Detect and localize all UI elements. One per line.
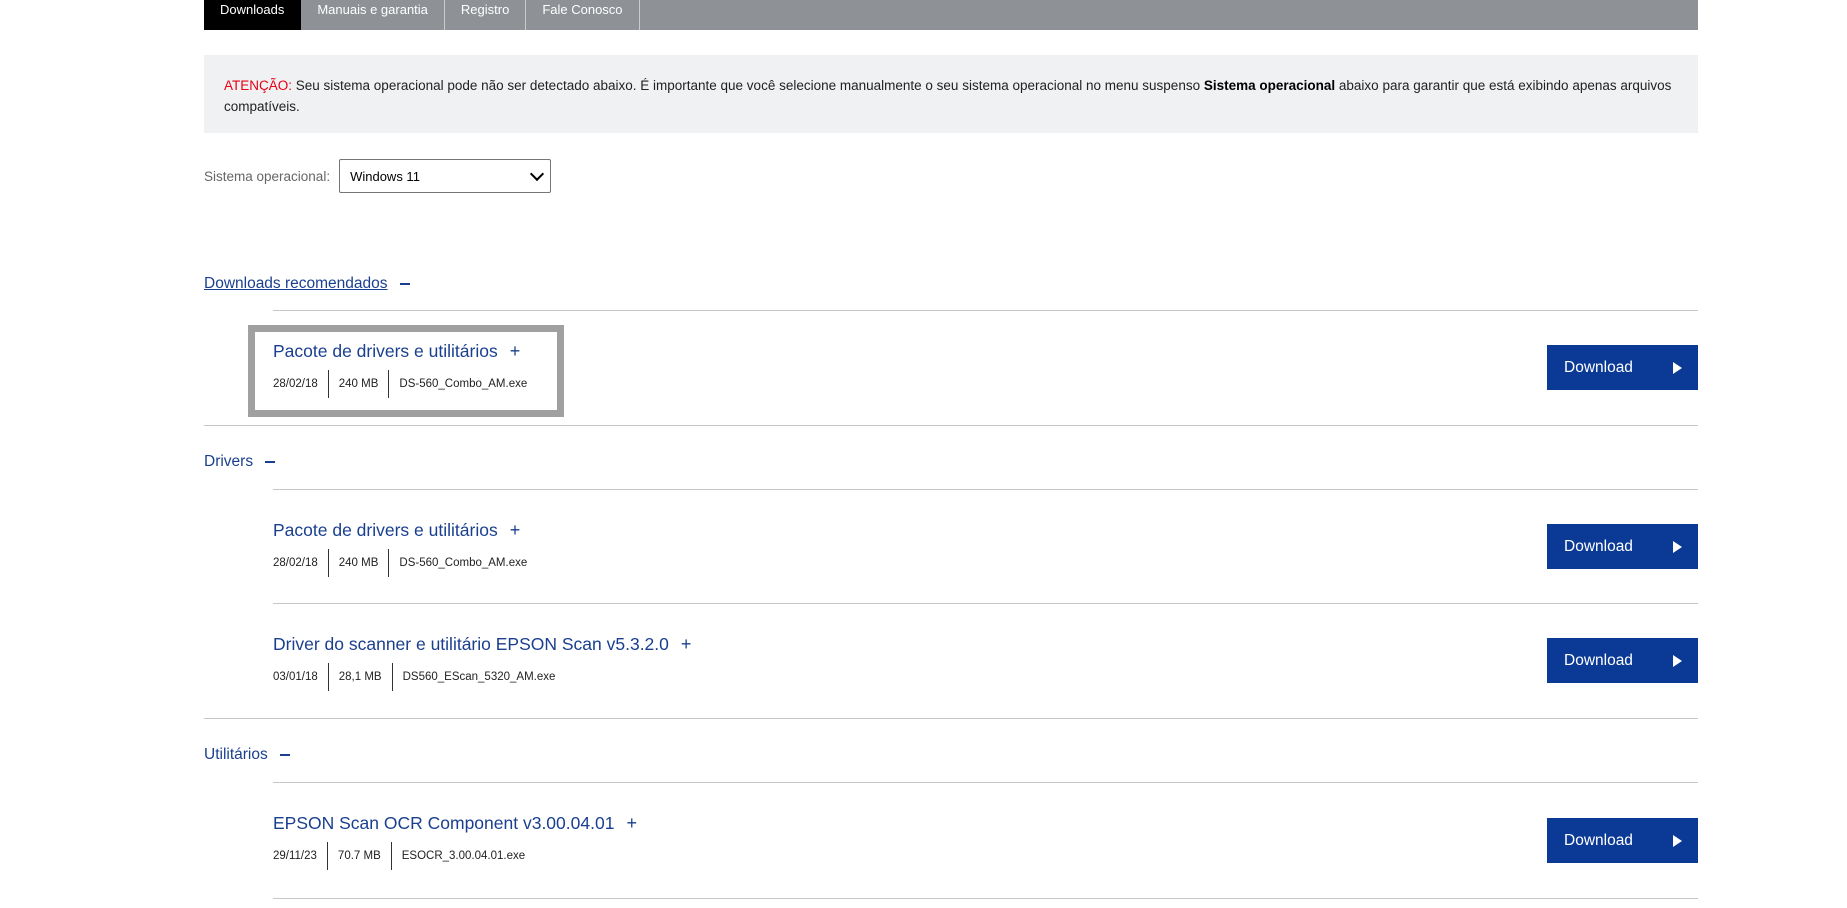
alert-prefix: ATENÇÃO: (224, 78, 293, 93)
item-file: DS-560_Combo_AM.exe (388, 549, 537, 577)
collapse-icon (399, 283, 410, 285)
item-date: 29/11/23 (273, 850, 317, 862)
download-item: Pacote de drivers e utilitários + 28/02/1… (273, 520, 537, 577)
os-warning-alert: ATENÇÃO: Seu sistema operacional pode nã… (204, 55, 1698, 133)
divider (273, 898, 1698, 899)
item-title[interactable]: Pacote de drivers e utilitários + (273, 520, 537, 541)
expand-icon: + (626, 813, 637, 833)
os-selected-value: Windows 11 (350, 168, 420, 184)
tab-contact[interactable]: Fale Conosco (526, 0, 640, 30)
item-meta: 28/02/18 240 MB DS-560_Combo_AM.exe (273, 549, 537, 577)
item-size: 28,1 MB (327, 663, 392, 691)
divider (273, 603, 1698, 604)
os-select[interactable]: Windows 11 (339, 159, 552, 193)
download-item: Driver do scanner e utilitário EPSON Sca… (273, 634, 691, 691)
download-button[interactable]: Download (1547, 524, 1698, 569)
play-arrow-icon (1673, 654, 1682, 667)
expand-icon: + (509, 341, 521, 361)
download-button-label: Download (1564, 831, 1633, 849)
item-size: 240 MB (327, 549, 389, 577)
section-utilities-title: Utilitários (204, 746, 268, 763)
collapse-icon (265, 461, 276, 463)
os-selector-row: Sistema operacional: Windows 11 (204, 159, 1698, 193)
alert-bold: Sistema operacional (1203, 78, 1336, 93)
divider (273, 489, 1698, 490)
item-file: ESOCR_3.00.04.01.exe (390, 842, 535, 870)
page-container: Downloads Manuais e garantia Registro Fa… (204, 0, 1698, 899)
download-button-label: Download (1564, 358, 1633, 376)
item-date: 03/01/18 (273, 671, 318, 683)
item-title[interactable]: Driver do scanner e utilitário EPSON Sca… (273, 634, 691, 655)
divider (204, 718, 1698, 719)
item-size: 240 MB (327, 370, 389, 398)
alert-text-before: Seu sistema operacional pode não ser det… (292, 78, 1204, 93)
download-button-label: Download (1564, 651, 1633, 669)
tab-downloads[interactable]: Downloads (204, 0, 302, 30)
divider (273, 310, 1698, 311)
expand-icon: + (680, 634, 692, 654)
item-title[interactable]: Pacote de drivers e utilitários + (273, 341, 537, 362)
item-file: DS-560_Combo_AM.exe (388, 370, 537, 398)
download-button[interactable]: Download (1547, 638, 1698, 683)
item-date: 28/02/18 (273, 378, 318, 390)
item-meta: 28/02/18 240 MB DS-560_Combo_AM.exe (273, 370, 537, 398)
play-arrow-icon (1673, 361, 1682, 374)
os-label: Sistema operacional: (204, 168, 331, 184)
download-button[interactable]: Download (1547, 345, 1698, 390)
collapse-icon (279, 754, 290, 756)
download-button-label: Download (1564, 537, 1633, 555)
download-item: EPSON Scan OCR Component v3.00.04.01 + 29… (273, 813, 637, 870)
section-drivers-title: Drivers (204, 453, 254, 470)
section-utilities[interactable]: Utilitários (204, 746, 290, 764)
section-recommended[interactable]: Downloads recomendados (204, 275, 410, 293)
chevron-down-icon (530, 166, 545, 181)
play-arrow-icon (1673, 540, 1682, 553)
play-arrow-icon (1673, 834, 1682, 847)
item-meta: 29/11/23 70.7 MB ESOCR_3.00.04.01.exe (273, 842, 637, 870)
section-recommended-title: Downloads recomendados (204, 275, 388, 292)
item-meta: 03/01/18 28,1 MB DS560_EScan_5320_AM.exe (273, 663, 691, 691)
item-title[interactable]: EPSON Scan OCR Component v3.00.04.01 + (273, 813, 637, 834)
item-date: 28/02/18 (273, 557, 318, 569)
item-size: 70.7 MB (326, 842, 391, 870)
expand-icon: + (509, 520, 521, 540)
tab-manuals[interactable]: Manuais e garantia (301, 0, 445, 30)
tab-bar: Downloads Manuais e garantia Registro Fa… (204, 0, 1698, 30)
section-drivers[interactable]: Drivers (204, 453, 276, 471)
download-item: Pacote de drivers e utilitários + 28/02/1… (273, 341, 537, 398)
divider (273, 782, 1698, 783)
item-file: DS560_EScan_5320_AM.exe (391, 663, 566, 691)
tab-registration[interactable]: Registro (445, 0, 527, 30)
divider (204, 425, 1698, 426)
download-button[interactable]: Download (1547, 818, 1698, 863)
